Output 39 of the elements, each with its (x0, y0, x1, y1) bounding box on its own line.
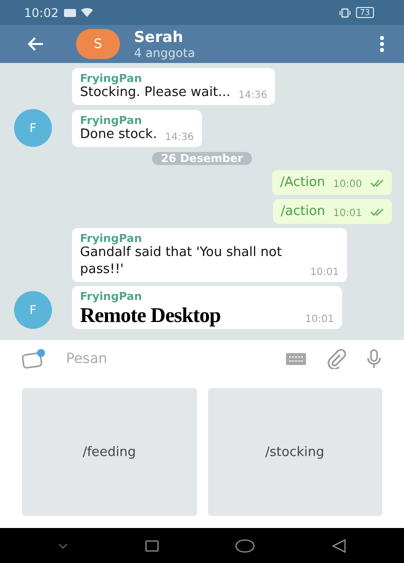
sender-name: FryingPan (80, 232, 143, 246)
chevron-down-icon[interactable] (58, 542, 68, 548)
status-time: 10:02 (24, 6, 59, 20)
back-arrow-icon[interactable] (28, 37, 44, 51)
sender-avatar[interactable]: F (14, 290, 52, 329)
sender-name: FryingPan (80, 72, 143, 85)
bot-command-button[interactable]: /feeding (22, 388, 196, 516)
message-time: 14:36 (164, 132, 194, 144)
image-icon (64, 8, 76, 16)
microphone-icon[interactable] (366, 349, 382, 369)
sender-name: FryingPan (80, 290, 143, 303)
message-text: /Action (280, 175, 326, 190)
date-chip: 26 Desember (152, 152, 252, 166)
paperclip-icon[interactable] (326, 349, 346, 369)
message-time: 10:01 (333, 208, 362, 220)
keyboard-icon[interactable] (286, 353, 306, 365)
battery-indicator: 73 (356, 7, 374, 18)
chat-title: Serah (134, 28, 184, 46)
menu-icon[interactable] (380, 36, 384, 52)
message-time: 10:01 (305, 314, 334, 325)
message-text: Stocking. Please wait... (80, 85, 230, 102)
overlay-caption: Remote Desktop (80, 304, 221, 326)
message-text: Gandalf said that 'You shall not pass!!' (80, 245, 283, 278)
home-icon[interactable] (235, 538, 256, 552)
group-avatar[interactable]: S (76, 29, 120, 59)
message-text: /action (280, 204, 326, 220)
vibrate-icon (338, 8, 351, 18)
back-icon[interactable] (332, 538, 346, 552)
message-time: 10:00 (333, 179, 362, 190)
member-count: 4 anggota (134, 46, 196, 60)
sender-avatar[interactable]: F (14, 109, 52, 148)
message-text: Done stock. (80, 127, 157, 144)
wifi-icon (80, 8, 93, 17)
sticker-icon[interactable] (22, 349, 46, 369)
bot-command-button[interactable]: /stocking (208, 388, 382, 516)
sender-name: FryingPan (80, 114, 143, 127)
message-time: 14:36 (238, 90, 268, 102)
recents-icon[interactable] (144, 540, 159, 552)
message-time: 10:01 (310, 266, 339, 278)
